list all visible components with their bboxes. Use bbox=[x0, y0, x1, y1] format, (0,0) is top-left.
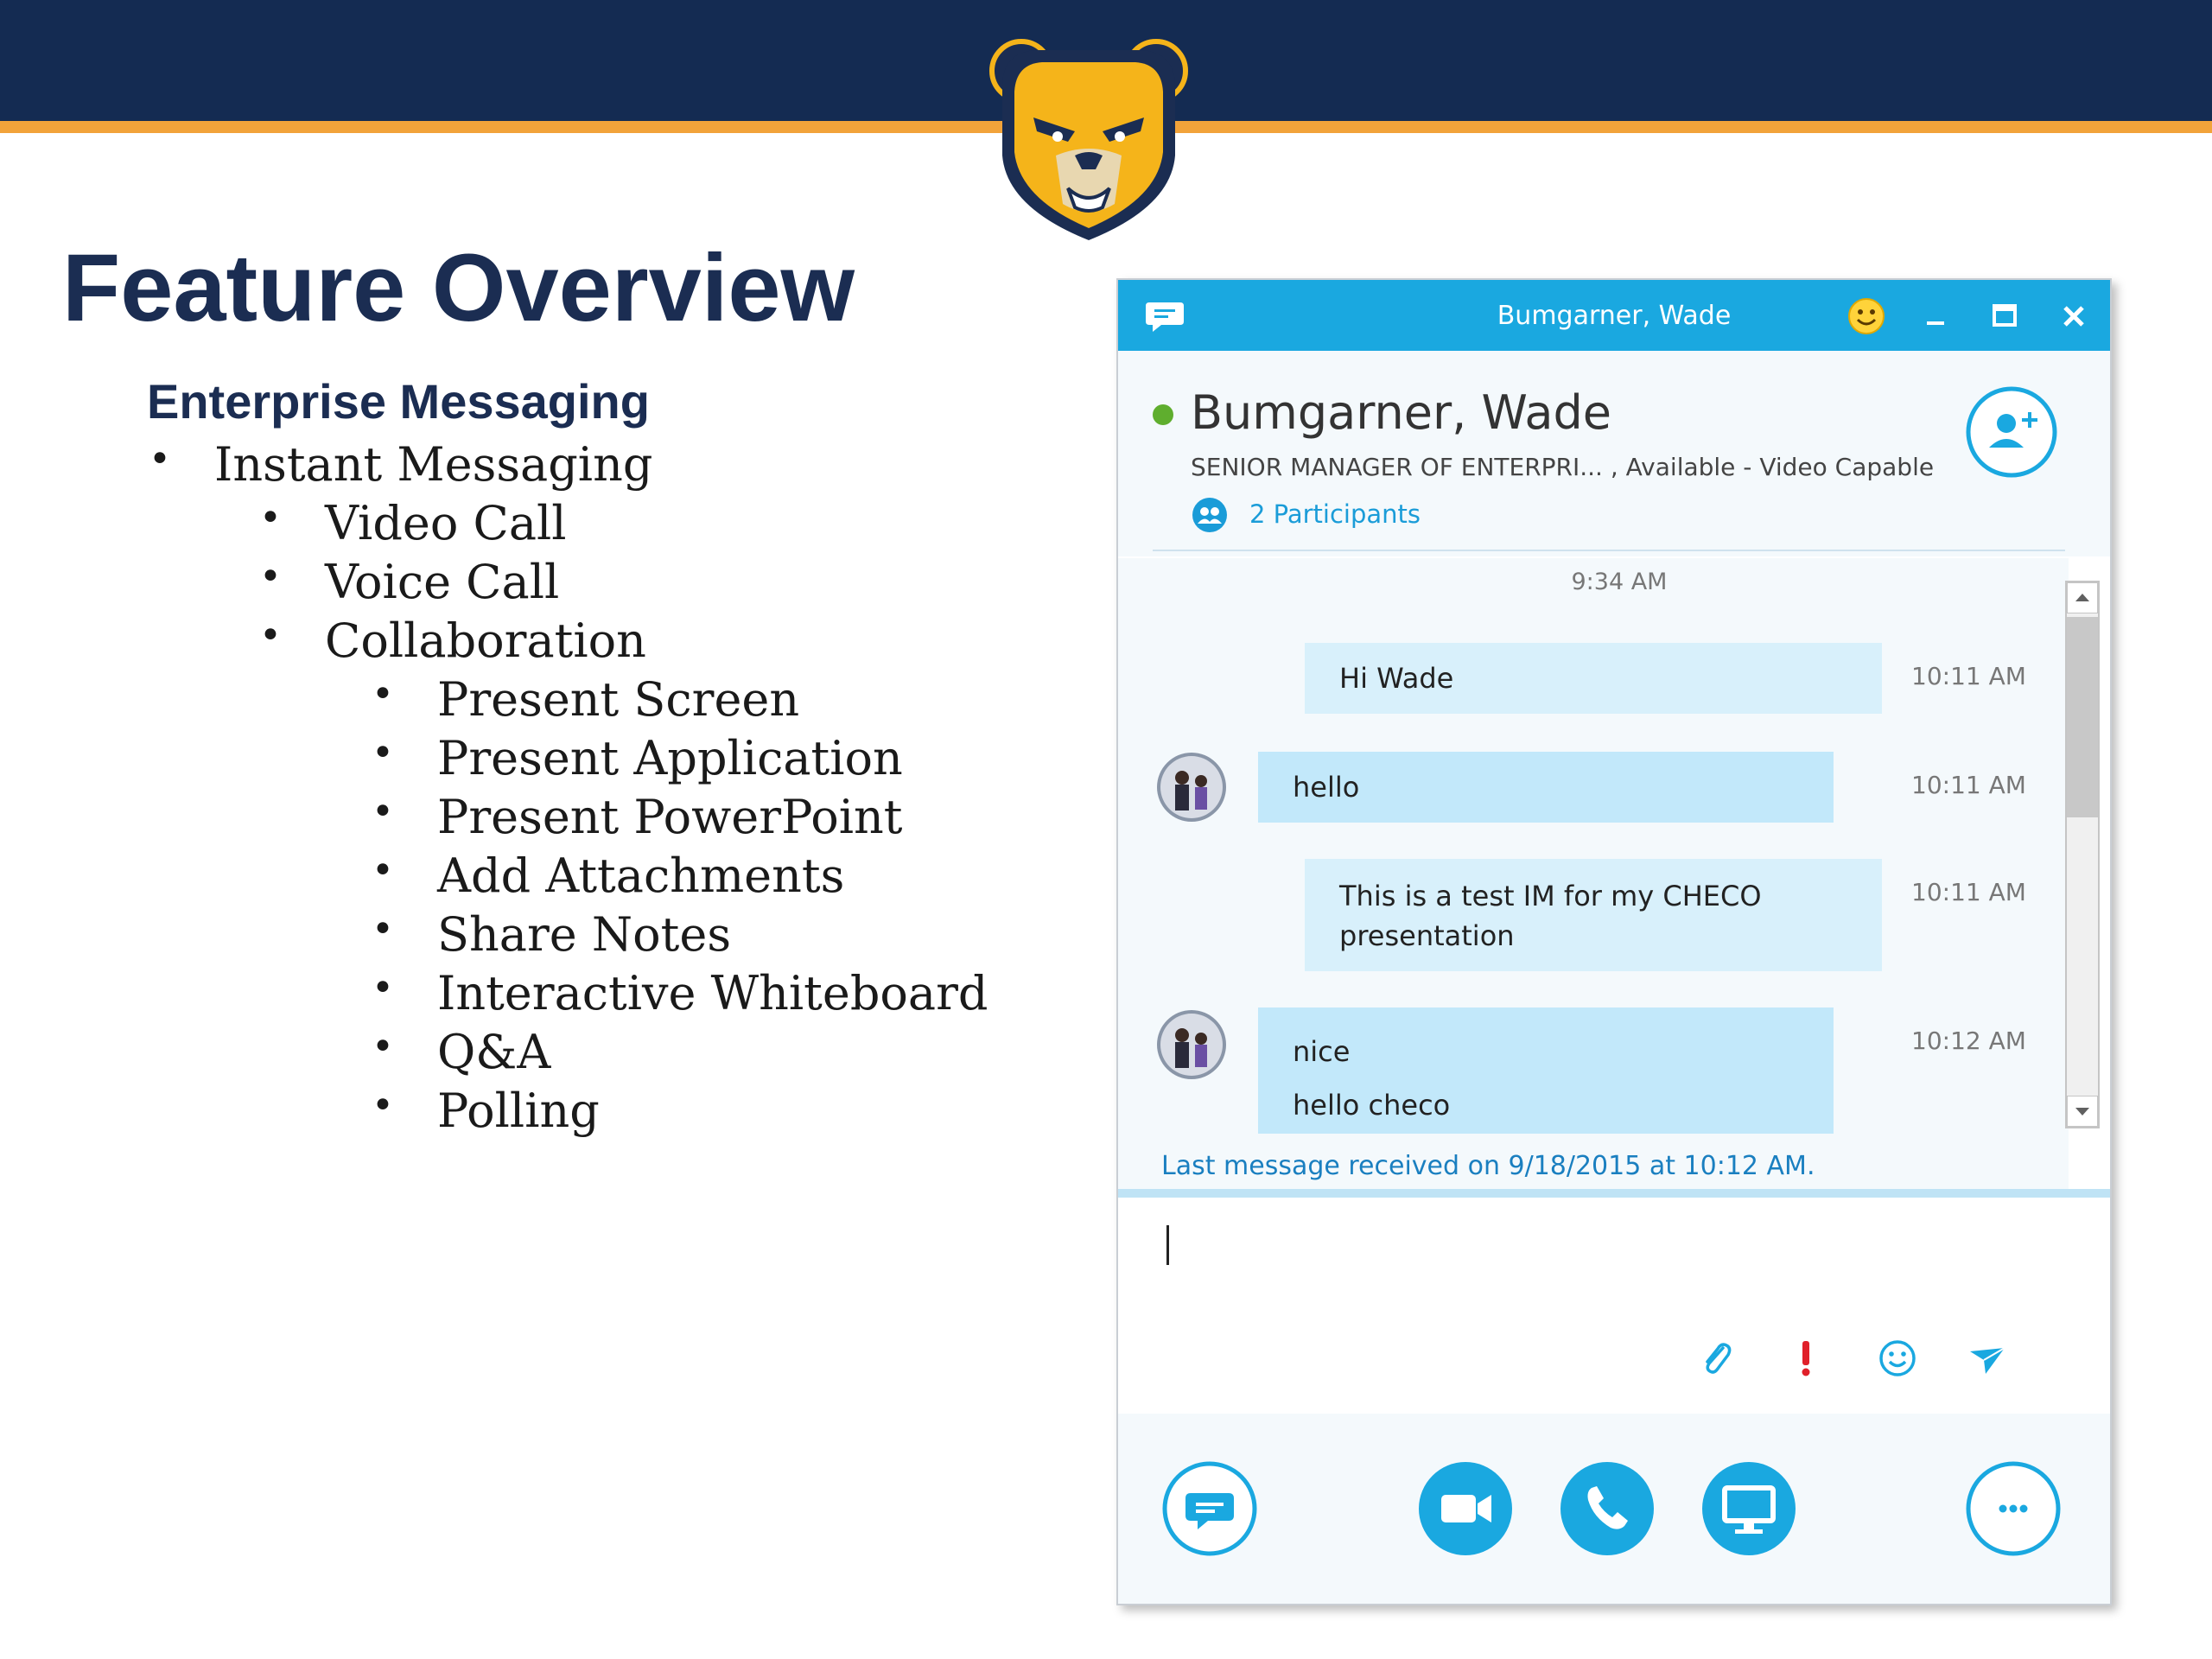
contact-name[interactable]: Bumgarner, Wade bbox=[1191, 385, 1611, 440]
compose-separator bbox=[1118, 1189, 2110, 1198]
send-icon[interactable] bbox=[1965, 1336, 2010, 1381]
window-title: Bumgarner, Wade bbox=[1497, 301, 1732, 331]
contact-details: SENIOR MANAGER OF ENTERPRI... , Availabl… bbox=[1191, 453, 1935, 481]
bullet-item: • Interactive Whiteboard bbox=[372, 966, 988, 1020]
bullet-item: • Instant Messaging bbox=[149, 437, 653, 492]
more-options-button[interactable] bbox=[1965, 1460, 2062, 1557]
message-bubble: Hi Wade bbox=[1305, 643, 1882, 714]
bullet-item: • Add Attachments bbox=[372, 849, 845, 903]
bullet-item: • Present Screen bbox=[372, 672, 800, 727]
bullet-item: • Present PowerPoint bbox=[372, 790, 903, 844]
last-message-status: Last message received on 9/18/2015 at 10… bbox=[1161, 1151, 1815, 1181]
message-timestamp: 10:11 AM bbox=[1911, 662, 2026, 690]
contact-avatar[interactable] bbox=[1156, 1009, 1227, 1080]
participants-icon[interactable] bbox=[1191, 496, 1229, 534]
window-titlebar: Bumgarner, Wade bbox=[1118, 280, 2110, 351]
participants-link[interactable]: 2 Participants bbox=[1249, 499, 1421, 529]
bullet-item: • Video Call bbox=[259, 496, 567, 550]
importance-icon[interactable] bbox=[1783, 1336, 1828, 1381]
voice-call-button[interactable] bbox=[1559, 1460, 1656, 1557]
scroll-down-icon[interactable] bbox=[2067, 1096, 2098, 1127]
im-button[interactable] bbox=[1161, 1460, 1258, 1557]
message-bubble: hello bbox=[1258, 752, 1834, 823]
scroll-up-icon[interactable] bbox=[2067, 582, 2098, 613]
contact-divider bbox=[1153, 550, 2065, 551]
contact-card: Bumgarner, Wade SENIOR MANAGER OF ENTERP… bbox=[1118, 351, 2110, 556]
scrollbar-thumb[interactable] bbox=[2067, 617, 2098, 817]
message-timestamp: 10:12 AM bbox=[1911, 1027, 2026, 1055]
contact-avatar[interactable] bbox=[1156, 752, 1227, 823]
bullet-item: • Polling bbox=[372, 1084, 600, 1138]
bullet-item: • Collaboration bbox=[259, 613, 646, 668]
add-participant-button[interactable] bbox=[1965, 385, 2058, 479]
feature-bullet-list: • Instant Messaging • Video Call • Voice Ca… bbox=[0, 0, 1089, 1659]
bullet-item: • Present Application bbox=[372, 731, 903, 785]
message-bubble: This is a test IM for my CHECO presentat… bbox=[1305, 859, 1882, 971]
message-timestamp: 10:11 AM bbox=[1911, 771, 2026, 799]
presence-indicator bbox=[1153, 404, 1173, 425]
conversation-window: Bumgarner, Wade Bumgarner, Wade SENIOR M… bbox=[1116, 278, 2112, 1605]
message-timestamp: 10:11 AM bbox=[1911, 878, 2026, 906]
minimize-icon[interactable] bbox=[1911, 292, 1960, 340]
message-bubble: nice hello checo bbox=[1258, 1007, 1834, 1134]
text-caret bbox=[1166, 1225, 1169, 1265]
present-button[interactable] bbox=[1700, 1460, 1797, 1557]
message-compose-input[interactable] bbox=[1118, 1198, 2110, 1414]
attachment-icon[interactable] bbox=[1694, 1336, 1738, 1381]
bullet-item: • Q&A bbox=[372, 1025, 551, 1079]
conversation-start-time: 9:34 AM bbox=[1571, 569, 1668, 595]
maximize-icon[interactable] bbox=[1980, 292, 2029, 340]
close-icon[interactable] bbox=[2050, 292, 2098, 340]
bullet-item: • Voice Call bbox=[259, 555, 560, 609]
bullet-item: • Share Notes bbox=[372, 907, 732, 962]
emoticon-icon[interactable] bbox=[1875, 1336, 1920, 1381]
video-call-button[interactable] bbox=[1417, 1460, 1514, 1557]
emoji-icon[interactable] bbox=[1842, 292, 1891, 340]
